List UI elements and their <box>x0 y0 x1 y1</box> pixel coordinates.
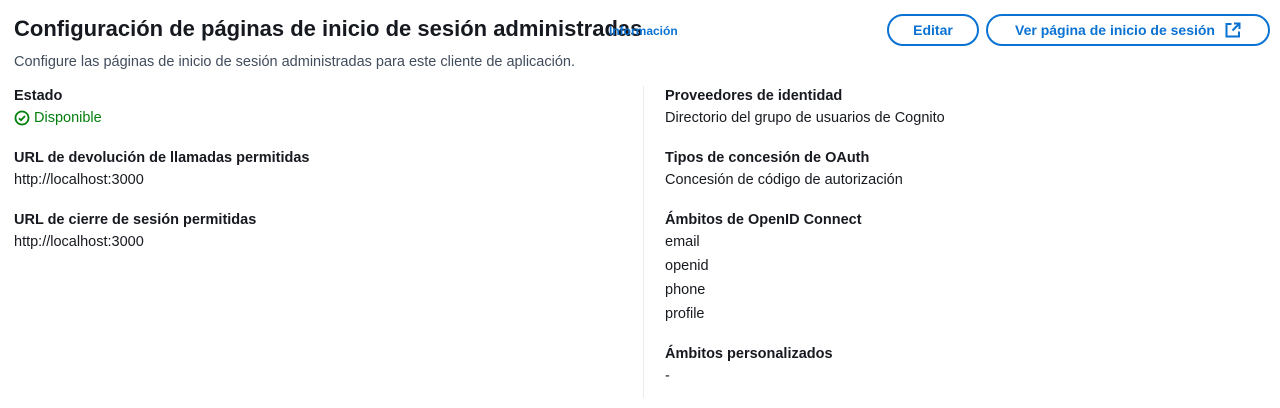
callback-url-field: URL de devolución de llamadas permitidas… <box>14 148 614 192</box>
custom-scopes-value: - <box>665 368 670 384</box>
status-badge: Disponible <box>14 106 614 130</box>
custom-scopes-field: Ámbitos personalizados - <box>665 344 1265 388</box>
callback-url-label: URL de devolución de llamadas permitidas <box>14 150 310 166</box>
edit-button-label: Editar <box>913 22 953 38</box>
oidc-scopes-label: Ámbitos de OpenID Connect <box>665 212 862 228</box>
grant-types-label: Tipos de concesión de OAuth <box>665 150 870 166</box>
scope-item: profile <box>665 306 705 322</box>
callback-url-value: http://localhost:3000 <box>14 172 144 188</box>
scope-item: openid <box>665 258 709 274</box>
identity-providers-value: Directorio del grupo de usuarios de Cogn… <box>665 110 945 126</box>
scope-item: phone <box>665 282 706 298</box>
status-value: Disponible <box>34 110 102 126</box>
status-field: Estado Disponible <box>14 86 614 130</box>
signout-url-field: URL de cierre de sesión permitidas http:… <box>14 210 614 254</box>
grant-types-value: Concesión de código de autorización <box>665 172 903 188</box>
custom-scopes-label: Ámbitos personalizados <box>665 346 833 362</box>
identity-providers-field: Proveedores de identidad Directorio del … <box>665 86 1265 130</box>
external-link-icon <box>1225 22 1241 38</box>
view-login-page-button-label: Ver página de inicio de sesión <box>1015 22 1215 38</box>
status-label: Estado <box>14 88 63 104</box>
section-description: Configure las páginas de inicio de sesió… <box>14 54 576 70</box>
left-column: Estado Disponible URL de devolución de l… <box>14 86 614 272</box>
section-header: Configuración de páginas de inicio de se… <box>14 14 1270 74</box>
column-divider <box>643 86 644 398</box>
oidc-scopes-field: Ámbitos de OpenID Connect email openid p… <box>665 210 1265 326</box>
right-column: Proveedores de identidad Directorio del … <box>665 86 1265 406</box>
identity-providers-label: Proveedores de identidad <box>665 88 843 104</box>
edit-button[interactable]: Editar <box>887 14 979 46</box>
signout-url-label: URL de cierre de sesión permitidas <box>14 212 257 228</box>
page-title: Configuración de páginas de inicio de se… <box>14 16 643 41</box>
info-link[interactable]: Información <box>609 24 678 38</box>
grant-types-field: Tipos de concesión de OAuth Concesión de… <box>665 148 1265 192</box>
view-login-page-button[interactable]: Ver página de inicio de sesión <box>986 14 1270 46</box>
check-circle-icon <box>14 110 30 126</box>
scope-item: email <box>665 234 700 250</box>
signout-url-value: http://localhost:3000 <box>14 234 144 250</box>
